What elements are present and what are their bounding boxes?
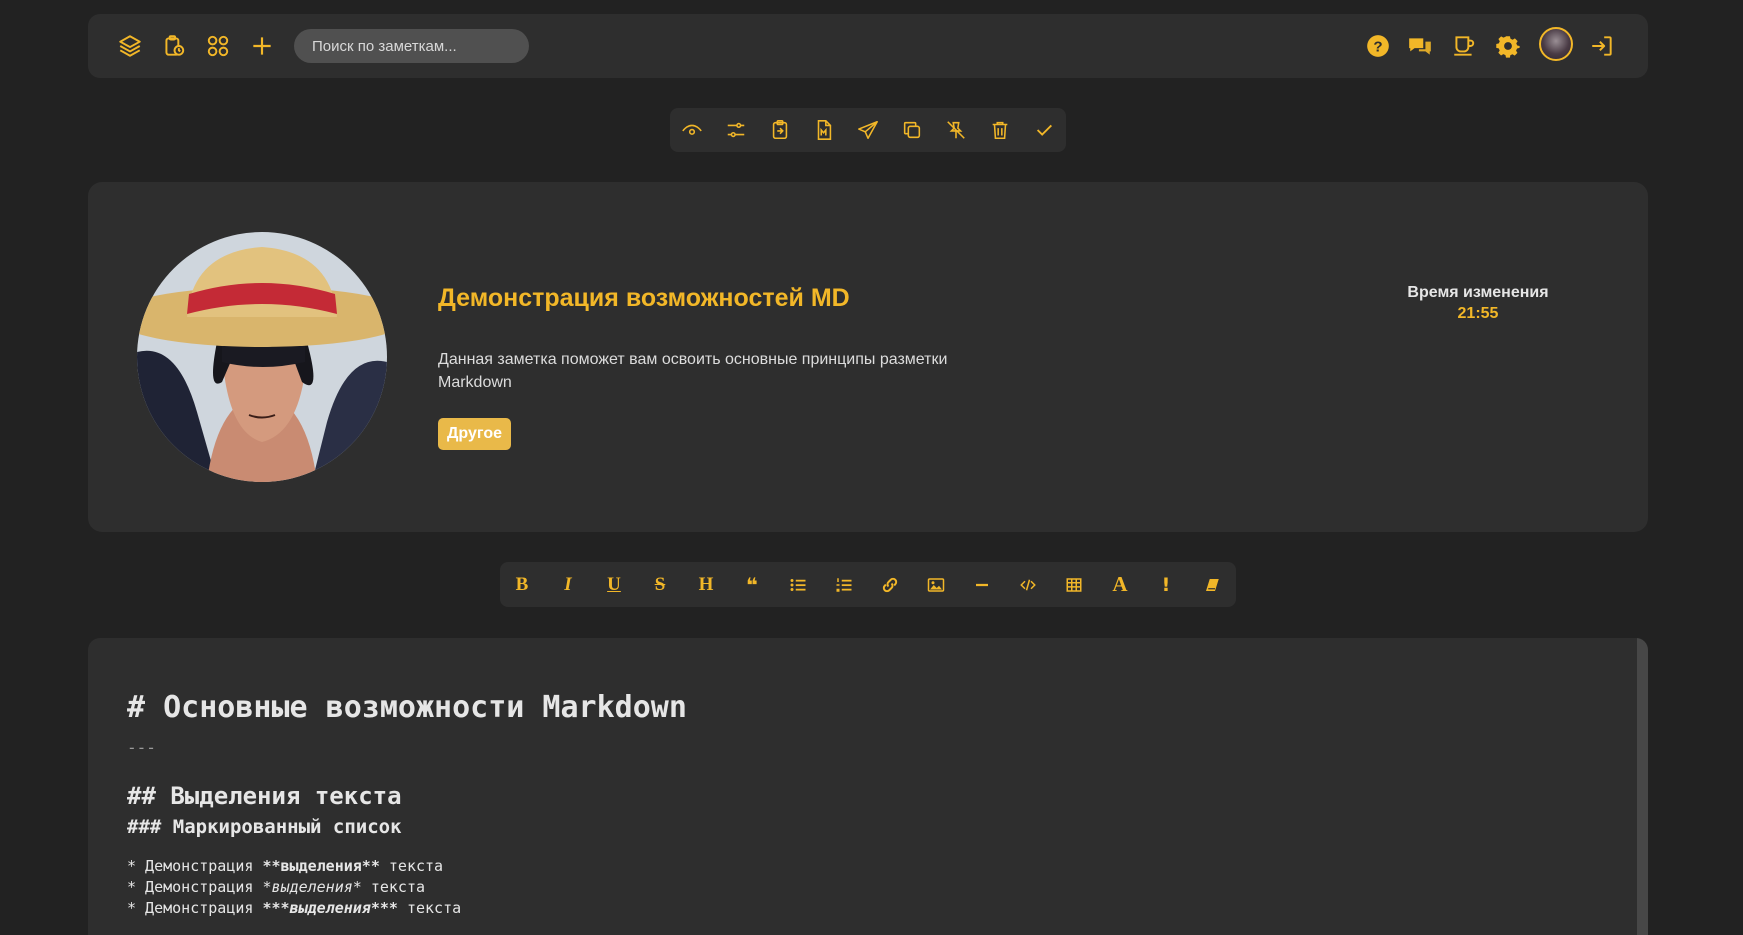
markdown-editor[interactable]: # Основные возможности Markdown --- ## В… [88,638,1648,935]
note-avatar-image [137,232,387,482]
list-item: * Демонстрация ***выделения*** текста [127,899,462,917]
note-toolbar [670,108,1066,152]
exclamation-icon: ! [1161,573,1171,596]
sliders-icon[interactable] [723,117,749,143]
quote-icon: ❝ [746,572,758,597]
note-title: Демонстрация возможностей MD [438,284,850,312]
list-item: * Демонстрация **выделения** текста [127,857,444,875]
bullet-list-icon [790,578,806,591]
note-description: Данная заметка поможет вам освоить основ… [438,351,948,391]
logout-icon[interactable] [1588,32,1616,60]
modified-time-label: Время изменения [1407,284,1549,301]
image-button[interactable] [921,570,951,599]
modified-time-value: 21:55 [1457,305,1499,322]
clipboard-export-icon[interactable] [767,117,793,143]
category-tag[interactable]: Другое [438,418,511,450]
gear-icon[interactable] [1494,32,1522,60]
editor-content: # Основные возможности Markdown --- ## В… [127,690,687,919]
grid-icon[interactable] [204,32,232,60]
numbered-list-icon [836,577,852,592]
code-icon [1020,579,1036,590]
eraser-button[interactable] [1197,570,1227,599]
code-button[interactable] [1013,570,1043,599]
editor-hr-line: --- [127,738,156,757]
table-icon [1066,577,1082,592]
hr-icon [976,583,988,586]
user-avatar[interactable] [1539,27,1573,61]
italic-button[interactable]: I [553,570,583,599]
markdown-toolbar: B I U S H ❝ A ! [500,562,1236,607]
coffee-icon[interactable] [1450,32,1478,60]
link-button[interactable] [875,570,905,599]
top-bar: ? [88,14,1648,78]
list-item: * Демонстрация *выделения* текста [127,878,426,896]
help-icon[interactable]: ? [1364,32,1392,60]
editor-h2-line: ## Выделения текста [127,782,402,810]
numbered-list-button[interactable] [829,570,859,599]
eye-icon[interactable] [679,117,705,143]
underline-button[interactable]: U [599,570,629,599]
font-button[interactable]: A [1105,570,1135,599]
image-icon [927,577,945,592]
heading-button[interactable]: H [691,570,721,599]
trash-icon[interactable] [987,117,1013,143]
note-card: Демонстрация возможностей MD Данная заме… [88,182,1648,532]
eraser-icon [1206,578,1219,591]
layers-icon[interactable] [116,32,144,60]
unpin-icon[interactable] [943,117,969,143]
search-input[interactable] [294,29,529,63]
horizontal-rule-button[interactable] [967,570,997,599]
chat-icon[interactable] [1406,32,1434,60]
editor-h1-line: # Основные возможности Markdown [127,690,687,725]
link-icon [882,577,898,592]
quote-button[interactable]: ❝ [737,570,767,599]
check-icon[interactable] [1031,117,1057,143]
strikethrough-button[interactable]: S [645,570,675,599]
svg-text:?: ? [1373,38,1382,55]
editor-scrollbar[interactable] [1637,638,1648,935]
bullet-list-button[interactable] [783,570,813,599]
clipboard-clock-icon[interactable] [160,32,188,60]
bold-button[interactable]: B [507,570,537,599]
send-icon[interactable] [855,117,881,143]
table-button[interactable] [1059,570,1089,599]
important-button[interactable]: ! [1151,570,1181,599]
markdown-file-icon[interactable] [811,117,837,143]
editor-h3-line: ### Маркированный список [127,816,402,838]
plus-icon[interactable] [248,32,276,60]
font-icon: A [1112,572,1128,596]
copy-icon[interactable] [899,117,925,143]
